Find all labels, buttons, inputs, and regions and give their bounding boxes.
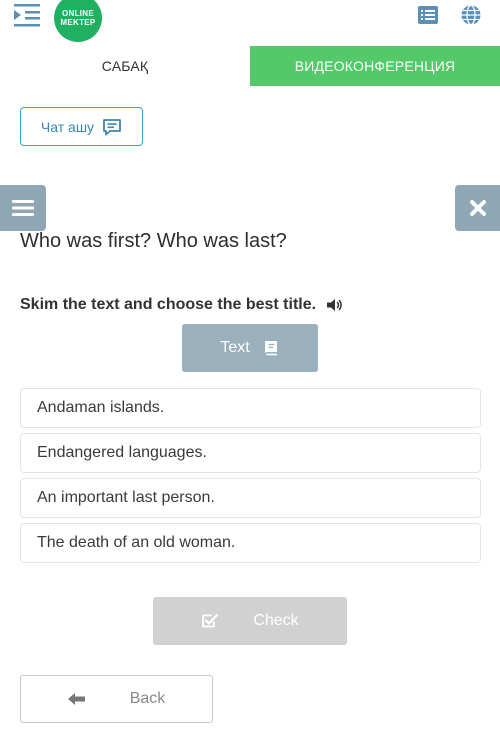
answer-option[interactable]: Andaman islands. [20,388,481,428]
question-title: Who was first? Who was last? [20,230,287,252]
instruction-row: Skim the text and choose the best title. [20,296,344,314]
tab-videoconference[interactable]: ВИДЕОКОНФЕРЕНЦИЯ [250,46,500,86]
tab-lesson[interactable]: САБАҚ [0,46,250,86]
instruction-text: Skim the text and choose the best title. [20,296,317,313]
text-button[interactable]: Text [182,324,318,372]
tab-bar: САБАҚ ВИДЕОКОНФЕРЕНЦИЯ [0,46,500,86]
answer-options: Andaman islands. Endangered languages. A… [20,388,481,568]
chat-bubble-icon [103,118,121,135]
speaker-icon[interactable] [326,297,344,313]
hamburger-icon [12,200,34,216]
check-button-label: Check [253,612,299,629]
back-button-label: Back [129,690,166,707]
arrow-left-icon [67,693,85,705]
online-mektep-logo[interactable]: ONLINE MEKTEP [54,0,102,42]
answer-option[interactable]: The death of an old woman. [20,523,481,563]
logo-line-2: MEKTEP [60,18,96,27]
list-icon[interactable] [417,5,439,25]
back-button[interactable]: Back [20,675,213,723]
globe-icon[interactable] [460,4,482,26]
check-button[interactable]: Check [153,597,347,645]
close-icon [469,200,486,216]
open-chat-button[interactable]: Чат ашу [20,107,143,146]
book-icon [264,341,277,356]
answer-option[interactable]: Endangered languages. [20,433,481,473]
side-menu-button[interactable] [0,185,46,231]
answer-option[interactable]: An important last person. [20,478,481,518]
menu-indent-icon[interactable] [12,2,42,28]
logo-line-1: ONLINE [61,9,95,18]
top-bar: ONLINE MEKTEP [0,0,500,44]
open-chat-label: Чат ашу [40,118,95,135]
checkbox-icon [202,613,219,628]
close-button[interactable] [455,185,500,231]
text-button-label: Text [220,339,250,356]
